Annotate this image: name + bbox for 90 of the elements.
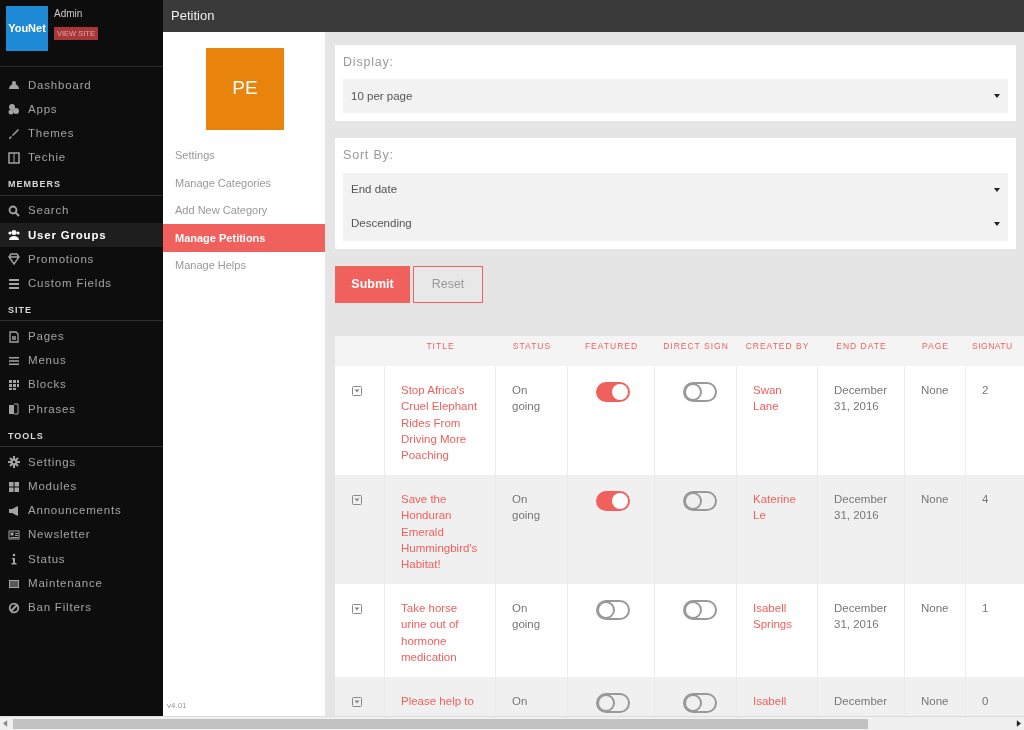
- column-header: DIRECT SIGN: [655, 336, 737, 367]
- expand-icon[interactable]: [352, 696, 362, 707]
- field-label: Display:: [343, 53, 395, 71]
- status-text: On going: [512, 383, 542, 415]
- gear-icon: [8, 456, 20, 469]
- expand-icon[interactable]: [352, 386, 362, 397]
- column-header: STATUS: [496, 336, 568, 367]
- toggle-switch[interactable]: [683, 600, 717, 621]
- sidebar-item[interactable]: Promotions: [0, 247, 163, 272]
- user-name: Admin: [54, 7, 83, 21]
- caret-icon: [994, 221, 1000, 228]
- dropdown[interactable]: 10 per page: [343, 79, 1008, 114]
- dropdown[interactable]: End date: [343, 173, 1008, 208]
- apps-icon: [8, 103, 20, 116]
- signature-count: 1: [982, 601, 990, 617]
- logo[interactable]: YouNet: [6, 6, 48, 51]
- version-text: v4.01: [166, 700, 188, 713]
- status-text: On: [512, 693, 529, 709]
- sidebar-item[interactable]: Newsletter: [0, 522, 163, 548]
- column-header: TITLE: [385, 336, 496, 367]
- sidebar-item[interactable]: Custom Fields: [0, 271, 163, 296]
- column-header: FEATURED: [568, 336, 655, 367]
- toggle-switch[interactable]: [596, 692, 630, 713]
- status-text: On going: [512, 601, 542, 633]
- sidebar-item[interactable]: Techie: [0, 145, 163, 171]
- document-icon: [8, 403, 20, 416]
- horizontal-scrollbar[interactable]: [0, 716, 1024, 730]
- ban-icon: [8, 602, 20, 614]
- signature-count: 4: [982, 492, 990, 508]
- page-text: None: [921, 383, 950, 399]
- sidebar-item[interactable]: Themes: [0, 121, 163, 146]
- page-header: Petition: [163, 0, 1024, 32]
- page-text: None: [921, 693, 950, 709]
- diamond-icon: [8, 253, 20, 266]
- toggle-switch[interactable]: [596, 491, 630, 512]
- date-text: December 31, 2016: [834, 383, 889, 415]
- status-text: On going: [512, 492, 542, 524]
- page-text: None: [921, 492, 950, 508]
- column-header: SIGNATU: [966, 336, 1024, 367]
- sidebar-item[interactable]: Ban Filters: [0, 595, 163, 621]
- sidebar-item[interactable]: Settings: [0, 450, 163, 475]
- expand-icon[interactable]: [352, 604, 362, 615]
- sidebar-item[interactable]: Maintenance: [0, 571, 163, 596]
- panel-icon: [8, 577, 20, 590]
- grid-icon: [8, 152, 20, 165]
- search-icon: [8, 204, 20, 217]
- sidebar-item[interactable]: Phrases: [0, 397, 163, 422]
- sidebar-item[interactable]: Search: [0, 198, 163, 223]
- toggle-switch[interactable]: [596, 382, 630, 403]
- toggle-switch[interactable]: [683, 692, 717, 713]
- toggle-switch[interactable]: [683, 382, 717, 403]
- sidebar-item[interactable]: Menus: [0, 348, 163, 373]
- sidebar-item[interactable]: User Groups: [0, 223, 163, 248]
- expand-icon[interactable]: [352, 495, 362, 506]
- modules-icon: [8, 480, 20, 493]
- newspaper-icon: [8, 529, 20, 542]
- page-text: None: [921, 601, 950, 617]
- sidebar-item[interactable]: Modules: [0, 474, 163, 499]
- page-icon: [8, 330, 20, 343]
- field-label: Sort By:: [343, 147, 395, 165]
- sidebar-item[interactable]: Blocks: [0, 372, 163, 398]
- users-icon: [8, 229, 20, 242]
- brush-icon: [8, 127, 20, 140]
- column-header: PAGE: [905, 336, 966, 367]
- avatar: PE: [206, 47, 284, 130]
- caret-icon: [994, 93, 1000, 100]
- menu-icon: [8, 354, 20, 367]
- date-text: December 31, 2016: [834, 601, 889, 633]
- sidebar-item[interactable]: Announcements: [0, 498, 163, 523]
- sidebar-item[interactable]: Status: [0, 547, 163, 572]
- signature-count: 0: [982, 693, 990, 709]
- sidebar-item[interactable]: Apps: [0, 97, 163, 122]
- dropdown[interactable]: Descending: [343, 207, 1008, 242]
- date-text: December: [834, 693, 889, 709]
- sidebar-item[interactable]: Dashboard: [0, 73, 163, 98]
- list-icon: [8, 277, 20, 290]
- column-header: CREATED BY: [737, 336, 818, 367]
- scrollbar-thumb[interactable]: [13, 718, 868, 729]
- column-header: END DATE: [818, 336, 905, 367]
- toggle-switch[interactable]: [596, 600, 630, 621]
- caret-icon: [994, 187, 1000, 194]
- date-text: December 31, 2016: [834, 492, 889, 524]
- arrow-left-icon[interactable]: [3, 720, 8, 728]
- blocks-icon: [8, 379, 20, 392]
- toggle-switch[interactable]: [683, 491, 717, 512]
- signature-count: 2: [982, 383, 990, 399]
- sidebar-item[interactable]: Pages: [0, 324, 163, 349]
- megaphone-icon: [8, 504, 20, 517]
- dashboard-icon: [8, 79, 20, 92]
- arrow-right-icon[interactable]: [1016, 720, 1021, 728]
